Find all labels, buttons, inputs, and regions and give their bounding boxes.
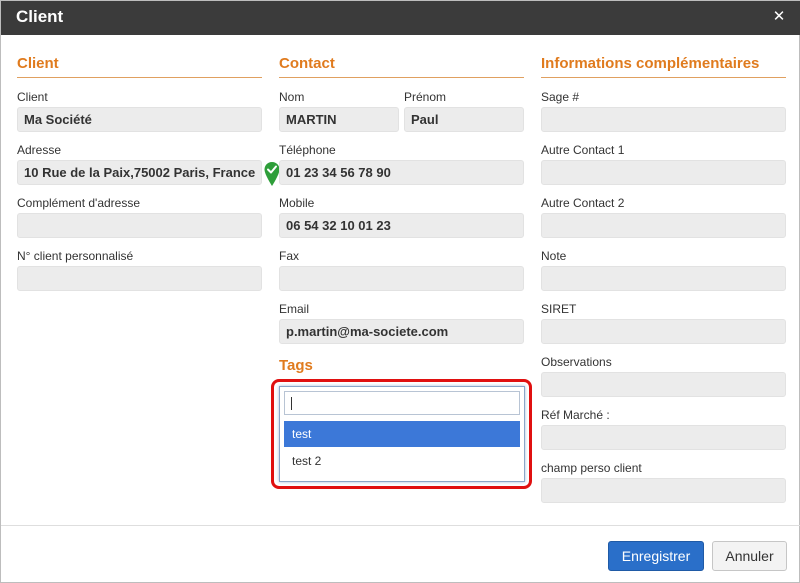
telephone-label: Téléphone bbox=[279, 143, 336, 157]
text-caret bbox=[291, 397, 292, 410]
dialog-titlebar: Client ✕ bbox=[1, 1, 800, 35]
siret-field[interactable] bbox=[541, 319, 786, 344]
siret-label: SIRET bbox=[541, 302, 577, 316]
tag-option[interactable]: test bbox=[284, 421, 520, 447]
autre-contact-2-label: Autre Contact 2 bbox=[541, 196, 625, 210]
observations-field[interactable] bbox=[541, 372, 786, 397]
client-dialog: Client ✕ Client Client Ma Société Adress… bbox=[0, 0, 800, 583]
footer-divider bbox=[1, 525, 800, 526]
address-label: Adresse bbox=[17, 143, 62, 157]
custnum-label: N° client personnalisé bbox=[17, 249, 134, 263]
address2-field[interactable] bbox=[17, 213, 262, 238]
address-field[interactable]: 10 Rue de la Paix,75002 Paris, France bbox=[17, 160, 262, 185]
cancel-button[interactable]: Annuler bbox=[712, 541, 787, 571]
section-title-info: Informations complémentaires bbox=[541, 55, 786, 78]
ref-marche-field[interactable] bbox=[541, 425, 786, 450]
mobile-label: Mobile bbox=[279, 196, 315, 210]
email-field[interactable]: p.martin@ma-societe.com bbox=[279, 319, 524, 344]
email-label: Email bbox=[279, 302, 310, 316]
autre-contact-2-field[interactable] bbox=[541, 213, 786, 238]
observations-label: Observations bbox=[541, 355, 612, 369]
sage-label: Sage # bbox=[541, 90, 580, 104]
nom-label: Nom bbox=[279, 90, 305, 104]
autre-contact-1-field[interactable] bbox=[541, 160, 786, 185]
section-title-contact: Contact bbox=[279, 55, 524, 78]
telephone-field[interactable]: 01 23 34 56 78 90 bbox=[279, 160, 524, 185]
tag-option[interactable]: test 2 bbox=[284, 448, 520, 474]
autre-contact-1-label: Autre Contact 1 bbox=[541, 143, 625, 157]
fax-field[interactable] bbox=[279, 266, 524, 291]
prenom-field[interactable]: Paul bbox=[404, 107, 524, 132]
address2-label: Complément d'adresse bbox=[17, 196, 141, 210]
custnum-field[interactable] bbox=[17, 266, 262, 291]
section-title-client: Client bbox=[17, 55, 262, 78]
section-title-tags: Tags bbox=[279, 357, 524, 380]
nom-field[interactable]: MARTIN bbox=[279, 107, 399, 132]
dialog-title: Client bbox=[16, 7, 64, 26]
save-button[interactable]: Enregistrer bbox=[608, 541, 704, 571]
note-label: Note bbox=[541, 249, 567, 263]
note-field[interactable] bbox=[541, 266, 786, 291]
tags-dropdown: test test 2 bbox=[279, 386, 525, 482]
fax-label: Fax bbox=[279, 249, 300, 263]
client-name-field[interactable]: Ma Société bbox=[17, 107, 262, 132]
champ-perso-field[interactable] bbox=[541, 478, 786, 503]
close-icon[interactable]: ✕ bbox=[771, 9, 787, 25]
tags-search-input[interactable] bbox=[284, 391, 520, 415]
ref-marche-label: Réf Marché : bbox=[541, 408, 610, 422]
champ-perso-label: champ perso client bbox=[541, 461, 642, 475]
prenom-label: Prénom bbox=[404, 90, 447, 104]
mobile-field[interactable]: 06 54 32 10 01 23 bbox=[279, 213, 524, 238]
client-name-label: Client bbox=[17, 90, 48, 104]
sage-field[interactable] bbox=[541, 107, 786, 132]
